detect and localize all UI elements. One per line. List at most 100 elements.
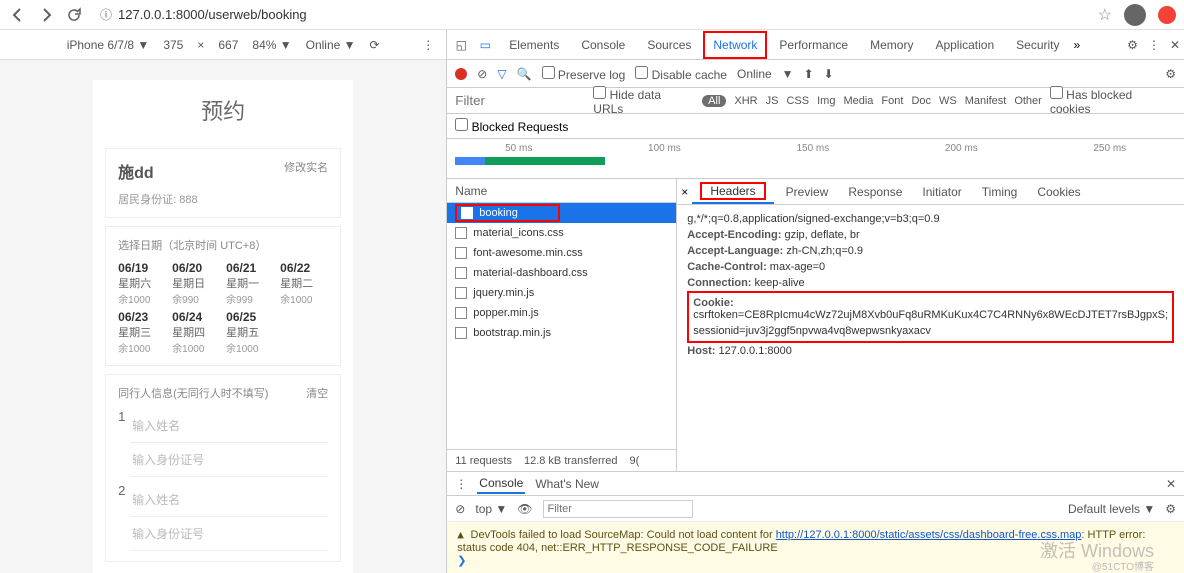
filter-type-xhr[interactable]: XHR	[734, 95, 757, 107]
devtools-tab-memory[interactable]: Memory	[860, 31, 923, 59]
devtools-tab-elements[interactable]: Elements	[499, 31, 569, 59]
console-filter-input[interactable]	[543, 500, 693, 518]
preserve-checkbox[interactable]: Preserve log	[542, 66, 626, 82]
whatsnew-tab[interactable]: What's New	[535, 477, 599, 491]
blocked-cookies-checkbox[interactable]: Has blocked cookies	[1050, 86, 1176, 116]
request-row[interactable]: font-awesome.min.css	[447, 243, 676, 263]
filter-type-media[interactable]: Media	[843, 95, 873, 107]
request-row[interactable]: jquery.min.js	[447, 283, 676, 303]
throttle-select[interactable]: Online ▼	[306, 38, 356, 52]
timeline[interactable]: 50 ms100 ms150 ms200 ms250 ms	[447, 139, 1184, 179]
clear-icon[interactable]: ⊘	[477, 67, 487, 81]
name-input[interactable]: 输入姓名	[132, 491, 180, 508]
online-select[interactable]: Online ▼	[737, 67, 794, 81]
date-cell[interactable]: 06/22星期二余1000	[280, 261, 328, 306]
disable-cache-checkbox[interactable]: Disable cache	[635, 66, 727, 82]
devtools-tab-application[interactable]: Application	[925, 31, 1004, 59]
date-cell[interactable]: 06/21星期一余999	[226, 261, 274, 306]
detail-tab-response[interactable]: Response	[840, 180, 910, 204]
devtools-tab-security[interactable]: Security	[1006, 31, 1069, 59]
detail-tab-headers[interactable]: Headers	[692, 180, 773, 204]
detail-tab-preview[interactable]: Preview	[778, 180, 837, 204]
drawer-menu-icon[interactable]: ⋮	[455, 477, 467, 491]
filter-type-font[interactable]: Font	[881, 95, 903, 107]
menu-icon[interactable]: ⋮	[1148, 38, 1160, 52]
download-icon[interactable]: ⬇	[824, 67, 834, 81]
search-icon[interactable]: 🔍	[517, 67, 532, 81]
filter-type-other[interactable]: Other	[1014, 95, 1042, 107]
close-drawer-icon[interactable]: ✕	[1166, 477, 1176, 491]
filter-icon[interactable]: ▽	[497, 67, 506, 81]
detail-tab-cookies[interactable]: Cookies	[1029, 180, 1088, 204]
sourcemap-link[interactable]: http://127.0.0.1:8000/static/assets/css/…	[776, 529, 1082, 541]
height-field[interactable]: 667	[218, 38, 238, 52]
filter-type-css[interactable]: CSS	[786, 95, 809, 107]
date-cell[interactable]: 06/19星期六余1000	[118, 261, 166, 306]
eye-icon[interactable]: 👁	[517, 502, 532, 516]
date-cell[interactable]: 06/20星期日余990	[172, 261, 220, 306]
more-icon[interactable]: ⋮	[422, 38, 434, 52]
console-settings-icon[interactable]: ⚙	[1165, 502, 1176, 516]
filter-input[interactable]	[455, 93, 585, 108]
filter-type-img[interactable]: Img	[817, 95, 835, 107]
devtools-tab-sources[interactable]: Sources	[637, 31, 701, 59]
filter-type-all[interactable]: All	[702, 95, 726, 107]
date-cell[interactable]: 06/24星期四余1000	[172, 310, 220, 355]
name-input[interactable]: 输入姓名	[132, 417, 180, 434]
inspect-icon[interactable]: ◱	[451, 35, 471, 55]
request-row[interactable]: popper.min.js	[447, 303, 676, 323]
ext-icon[interactable]	[1158, 6, 1176, 24]
id-input[interactable]: 输入身份证号	[132, 525, 204, 542]
device-select[interactable]: iPhone 6/7/8 ▼	[67, 38, 150, 52]
date-cell[interactable]: 06/23星期三余1000	[118, 310, 166, 355]
settings-icon[interactable]: ⚙	[1127, 38, 1138, 52]
id-input[interactable]: 输入身份证号	[132, 451, 204, 468]
filter-type-manifest[interactable]: Manifest	[965, 95, 1007, 107]
filter-type-ws[interactable]: WS	[939, 95, 957, 107]
devtools-tab-network[interactable]: Network	[703, 31, 767, 59]
url-text: 127.0.0.1:8000/userweb/booking	[118, 7, 307, 22]
watermark-corner: @51CTO博客	[1092, 558, 1154, 573]
cookie-header: Cookie: csrftoken=CE8RpIcmu4cWz72ujM8Xvb…	[687, 291, 1174, 343]
request-row[interactable]: material_icons.css	[447, 223, 676, 243]
request-row[interactable]: material-dashboard.css	[447, 263, 676, 283]
date-cell[interactable]: 06/25星期五余1000	[226, 310, 274, 355]
close-details-icon[interactable]: ×	[681, 185, 688, 199]
blocked-req-checkbox[interactable]: Blocked Requests	[455, 120, 568, 134]
rotate-icon[interactable]: ⟳	[370, 38, 380, 52]
clear-link[interactable]: 清空	[306, 385, 328, 401]
page-title: 预约	[93, 80, 353, 140]
record-icon[interactable]	[455, 68, 467, 80]
row-number: 1	[118, 409, 130, 477]
levels-select[interactable]: Default levels ▼	[1068, 502, 1155, 516]
detail-tab-timing[interactable]: Timing	[974, 180, 1026, 204]
url-bar[interactable]: ⓘ 127.0.0.1:8000/userweb/booking	[92, 3, 1090, 27]
reload-icon[interactable]	[64, 5, 84, 25]
name-column-header[interactable]: Name	[447, 179, 676, 203]
width-field[interactable]: 375	[163, 38, 183, 52]
device-toggle-icon[interactable]: ▭	[475, 35, 495, 55]
devtools-tab-performance[interactable]: Performance	[769, 31, 858, 59]
filter-type-doc[interactable]: Doc	[911, 95, 931, 107]
request-row[interactable]: booking	[447, 203, 676, 223]
upload-icon[interactable]: ⬆	[804, 67, 814, 81]
forward-icon[interactable]	[36, 5, 56, 25]
more-tabs-icon[interactable]: »	[1074, 38, 1081, 52]
filter-type-js[interactable]: JS	[766, 95, 779, 107]
hide-urls-checkbox[interactable]: Hide data URLs	[593, 86, 694, 116]
clear-console-icon[interactable]: ⊘	[455, 502, 465, 516]
devtools-tab-console[interactable]: Console	[571, 31, 635, 59]
back-icon[interactable]	[8, 5, 28, 25]
detail-tab-initiator[interactable]: Initiator	[914, 180, 969, 204]
close-icon[interactable]: ✕	[1170, 38, 1180, 52]
edit-name-link[interactable]: 修改实名	[284, 159, 328, 175]
settings-icon[interactable]: ⚙	[1165, 67, 1176, 81]
context-select[interactable]: top ▼	[475, 502, 507, 516]
request-row[interactable]: bootstrap.min.js	[447, 323, 676, 343]
avatar-icon[interactable]	[1124, 4, 1146, 26]
zoom-select[interactable]: 84% ▼	[252, 38, 291, 52]
console-tab[interactable]: Console	[477, 474, 525, 494]
site-info-icon[interactable]: ⓘ	[100, 6, 112, 23]
star-icon[interactable]: ☆	[1098, 5, 1112, 25]
id-label: 居民身份证:	[118, 194, 176, 206]
